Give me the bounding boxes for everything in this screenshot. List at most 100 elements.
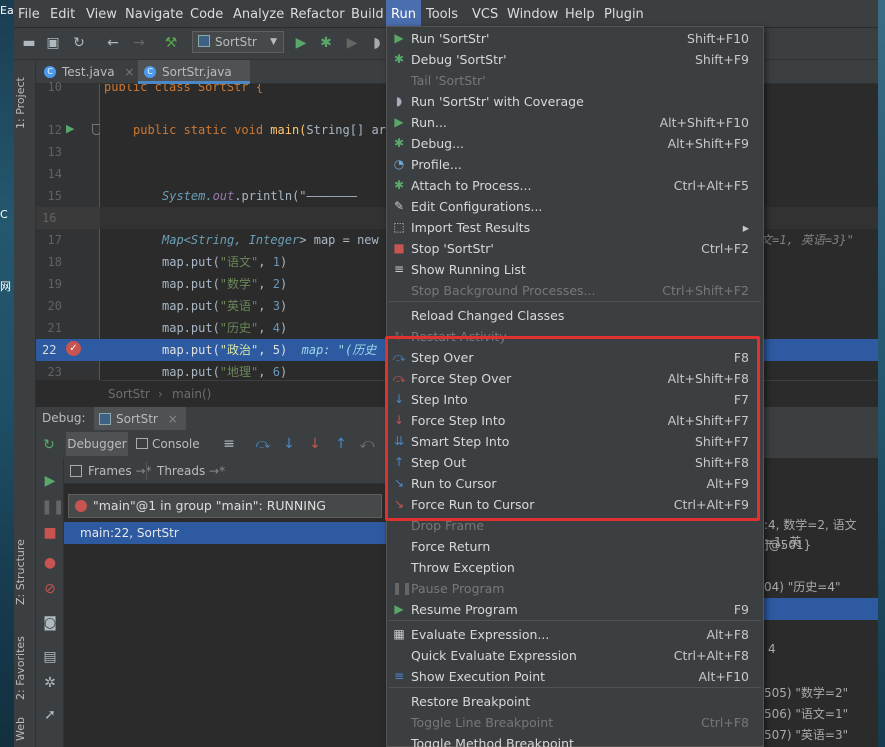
stop-icon[interactable]: ■ (41, 524, 59, 542)
menu-item-show-running-list[interactable]: ≡ Show Running List (387, 259, 763, 280)
menu-item-run[interactable]: ▶ Run... Alt+Shift+F10 (387, 112, 763, 133)
menu-item-force-return[interactable]: Force Return (387, 536, 763, 557)
menu-plugin[interactable]: Plugin (604, 0, 644, 28)
pin-icon[interactable]: ➚ (41, 706, 59, 724)
menu-code[interactable]: Code (190, 0, 223, 28)
settings-icon[interactable]: ✲ (41, 674, 59, 692)
menu-file[interactable]: File (18, 0, 40, 28)
menu-item-attach-to-process[interactable]: ✱ Attach to Process... Ctrl+Alt+F5 (387, 175, 763, 196)
debug-icon[interactable]: ✱ (317, 34, 335, 52)
menu-item-shortcut: Ctrl+Alt+F8 (673, 648, 749, 663)
menu-build[interactable]: Build (351, 0, 384, 28)
menu-window[interactable]: Window (507, 0, 558, 28)
menu-item-restore-breakpoint[interactable]: Restore Breakpoint (387, 691, 763, 712)
favorites-tool-tab[interactable]: 2: Favorites (14, 628, 36, 708)
breadcrumb-method[interactable]: main() (172, 381, 211, 407)
menu-item-toggle-line-breakpoint: Toggle Line Breakpoint Ctrl+F8 (387, 712, 763, 733)
pause-icon[interactable]: ❚❚ (41, 498, 64, 516)
menu-item-reload-changed-classes[interactable]: Reload Changed Classes (387, 305, 763, 326)
attach-icon: ✱ (393, 178, 405, 192)
menu-item-stop-sortstr[interactable]: ■ Stop 'SortStr' Ctrl+F2 (387, 238, 763, 259)
list-icon[interactable]: ≡ (220, 435, 238, 453)
tab-console[interactable]: Console (132, 432, 216, 456)
selected-variable-row[interactable] (764, 598, 878, 620)
menu-item-debug-sortstr[interactable]: ✱ Debug 'SortStr' Shift+F9 (387, 49, 763, 70)
rerun-icon[interactable]: ↻ (40, 436, 58, 454)
menu-item-throw-exception[interactable]: Throw Exception (387, 557, 763, 578)
force-step-into-icon[interactable]: ↓ (306, 435, 324, 453)
open-folder-icon[interactable]: ▬ (20, 34, 38, 52)
menu-item-import-test-results[interactable]: ⬚ Import Test Results ▸ (387, 217, 763, 238)
menu-analyze[interactable]: Analyze (233, 0, 284, 28)
menu-run[interactable]: Run (386, 0, 421, 28)
tab-label: Debugger (67, 437, 127, 451)
menu-item-shortcut: Alt+Shift+F10 (659, 115, 749, 130)
frames-panel: Frames →* Threads →* "main"@1 in group "… (64, 458, 386, 747)
menu-item-run-sortstr[interactable]: ▶ Run 'SortStr' Shift+F10 (387, 28, 763, 49)
menu-view[interactable]: View (86, 0, 117, 28)
profile-icon[interactable]: ◗ (368, 34, 386, 52)
chevron-down-icon: ▼ (270, 37, 277, 47)
breakpoint-icon[interactable]: ✓ (66, 341, 81, 356)
menu-refactor[interactable]: Refactor (290, 0, 345, 28)
desktop-label: C (0, 208, 8, 221)
coverage-icon[interactable]: ▶ (343, 34, 361, 52)
drop-frame-icon[interactable]: ⤺ (358, 435, 376, 453)
tab-debugger[interactable]: Debugger (66, 432, 128, 456)
thread-select[interactable]: "main"@1 in group "main": RUNNING (68, 494, 382, 518)
tab-sortstr-java[interactable]: C SortStr.java × (138, 60, 250, 103)
menu-item-quick-evaluate-expression[interactable]: Quick Evaluate Expression Ctrl+Alt+F8 (387, 645, 763, 666)
line-number: 15 (47, 189, 62, 203)
menu-item-resume-program[interactable]: ▶ Resume Program F9 (387, 599, 763, 620)
debug-session-tab[interactable]: SortStr × (94, 407, 186, 431)
run-icon[interactable]: ▶ (292, 34, 310, 52)
mute-breakpoints-icon[interactable]: ⊘ (41, 580, 59, 598)
run-gutter-icon[interactable]: ▶ (66, 122, 74, 135)
menu-item-shortcut: Ctrl+F8 (701, 715, 749, 730)
step-into-icon[interactable]: ↓ (280, 435, 298, 453)
close-icon[interactable]: × (168, 412, 178, 426)
sync-icon[interactable]: ↻ (70, 34, 88, 52)
desktop-label: 网 (0, 280, 11, 293)
run-icon: ▶ (394, 115, 404, 129)
menu-item-run-sortstr-with-coverage[interactable]: ◗ Run 'SortStr' with Coverage (387, 91, 763, 112)
code-text: map.put( (162, 343, 220, 357)
forward-icon[interactable]: → (130, 34, 148, 52)
menu-help[interactable]: Help (565, 0, 595, 28)
build-hammer-icon[interactable]: ⚒ (162, 34, 180, 52)
menu-item-label: Run 'SortStr' with Coverage (411, 94, 584, 109)
tab-threads[interactable]: Threads →* (146, 462, 225, 480)
menu-item-profile[interactable]: ◔ Profile... (387, 154, 763, 175)
menu-item-toggle-method-breakpoint[interactable]: Toggle Method Breakpoint (387, 733, 763, 747)
menu-item-edit-configurations[interactable]: ✎ Edit Configurations... (387, 196, 763, 217)
save-icon[interactable]: ▣ (44, 34, 62, 52)
menu-item-evaluate-expression[interactable]: ▦ Evaluate Expression... Alt+F8 (387, 624, 763, 645)
breadcrumb-class[interactable]: SortStr (108, 381, 150, 407)
run-configuration-select[interactable]: SortStr ▼ (192, 31, 284, 53)
menu-edit[interactable]: Edit (50, 0, 75, 28)
menu-item-label: Debug 'SortStr' (411, 52, 507, 67)
structure-tool-tab[interactable]: Z: Structure (14, 532, 36, 612)
menu-item-pause-program: ❚❚ Pause Program (387, 578, 763, 599)
camera-icon[interactable]: ◙ (41, 614, 59, 632)
line-number: 12 (47, 123, 62, 137)
menu-item-debug[interactable]: ✱ Debug... Alt+Shift+F9 (387, 133, 763, 154)
import-icon: ⬚ (393, 220, 405, 234)
menu-tools[interactable]: Tools (426, 0, 458, 28)
layout-icon[interactable]: ▤ (41, 648, 59, 666)
menu-item-label: Run 'SortStr' (411, 31, 490, 46)
tab-frames[interactable]: Frames →* (70, 462, 152, 480)
menu-navigate[interactable]: Navigate (125, 0, 183, 28)
resume-icon[interactable]: ▶ (41, 472, 59, 490)
back-icon[interactable]: ← (104, 34, 122, 52)
frame-row[interactable]: main:22, SortStr (64, 522, 386, 544)
web-tool-tab[interactable]: Web (14, 712, 36, 747)
close-icon[interactable]: × (124, 65, 134, 79)
menu-vcs[interactable]: VCS (472, 0, 498, 28)
line-number: 23 (47, 365, 62, 379)
step-over-icon[interactable]: ⤼ (254, 435, 272, 453)
project-tool-tab[interactable]: 1: Project (14, 68, 36, 138)
menu-item-show-execution-point[interactable]: ≡ Show Execution Point Alt+F10 (387, 666, 763, 687)
step-out-icon[interactable]: ↑ (332, 435, 350, 453)
view-breakpoints-icon[interactable]: ● (41, 554, 59, 572)
